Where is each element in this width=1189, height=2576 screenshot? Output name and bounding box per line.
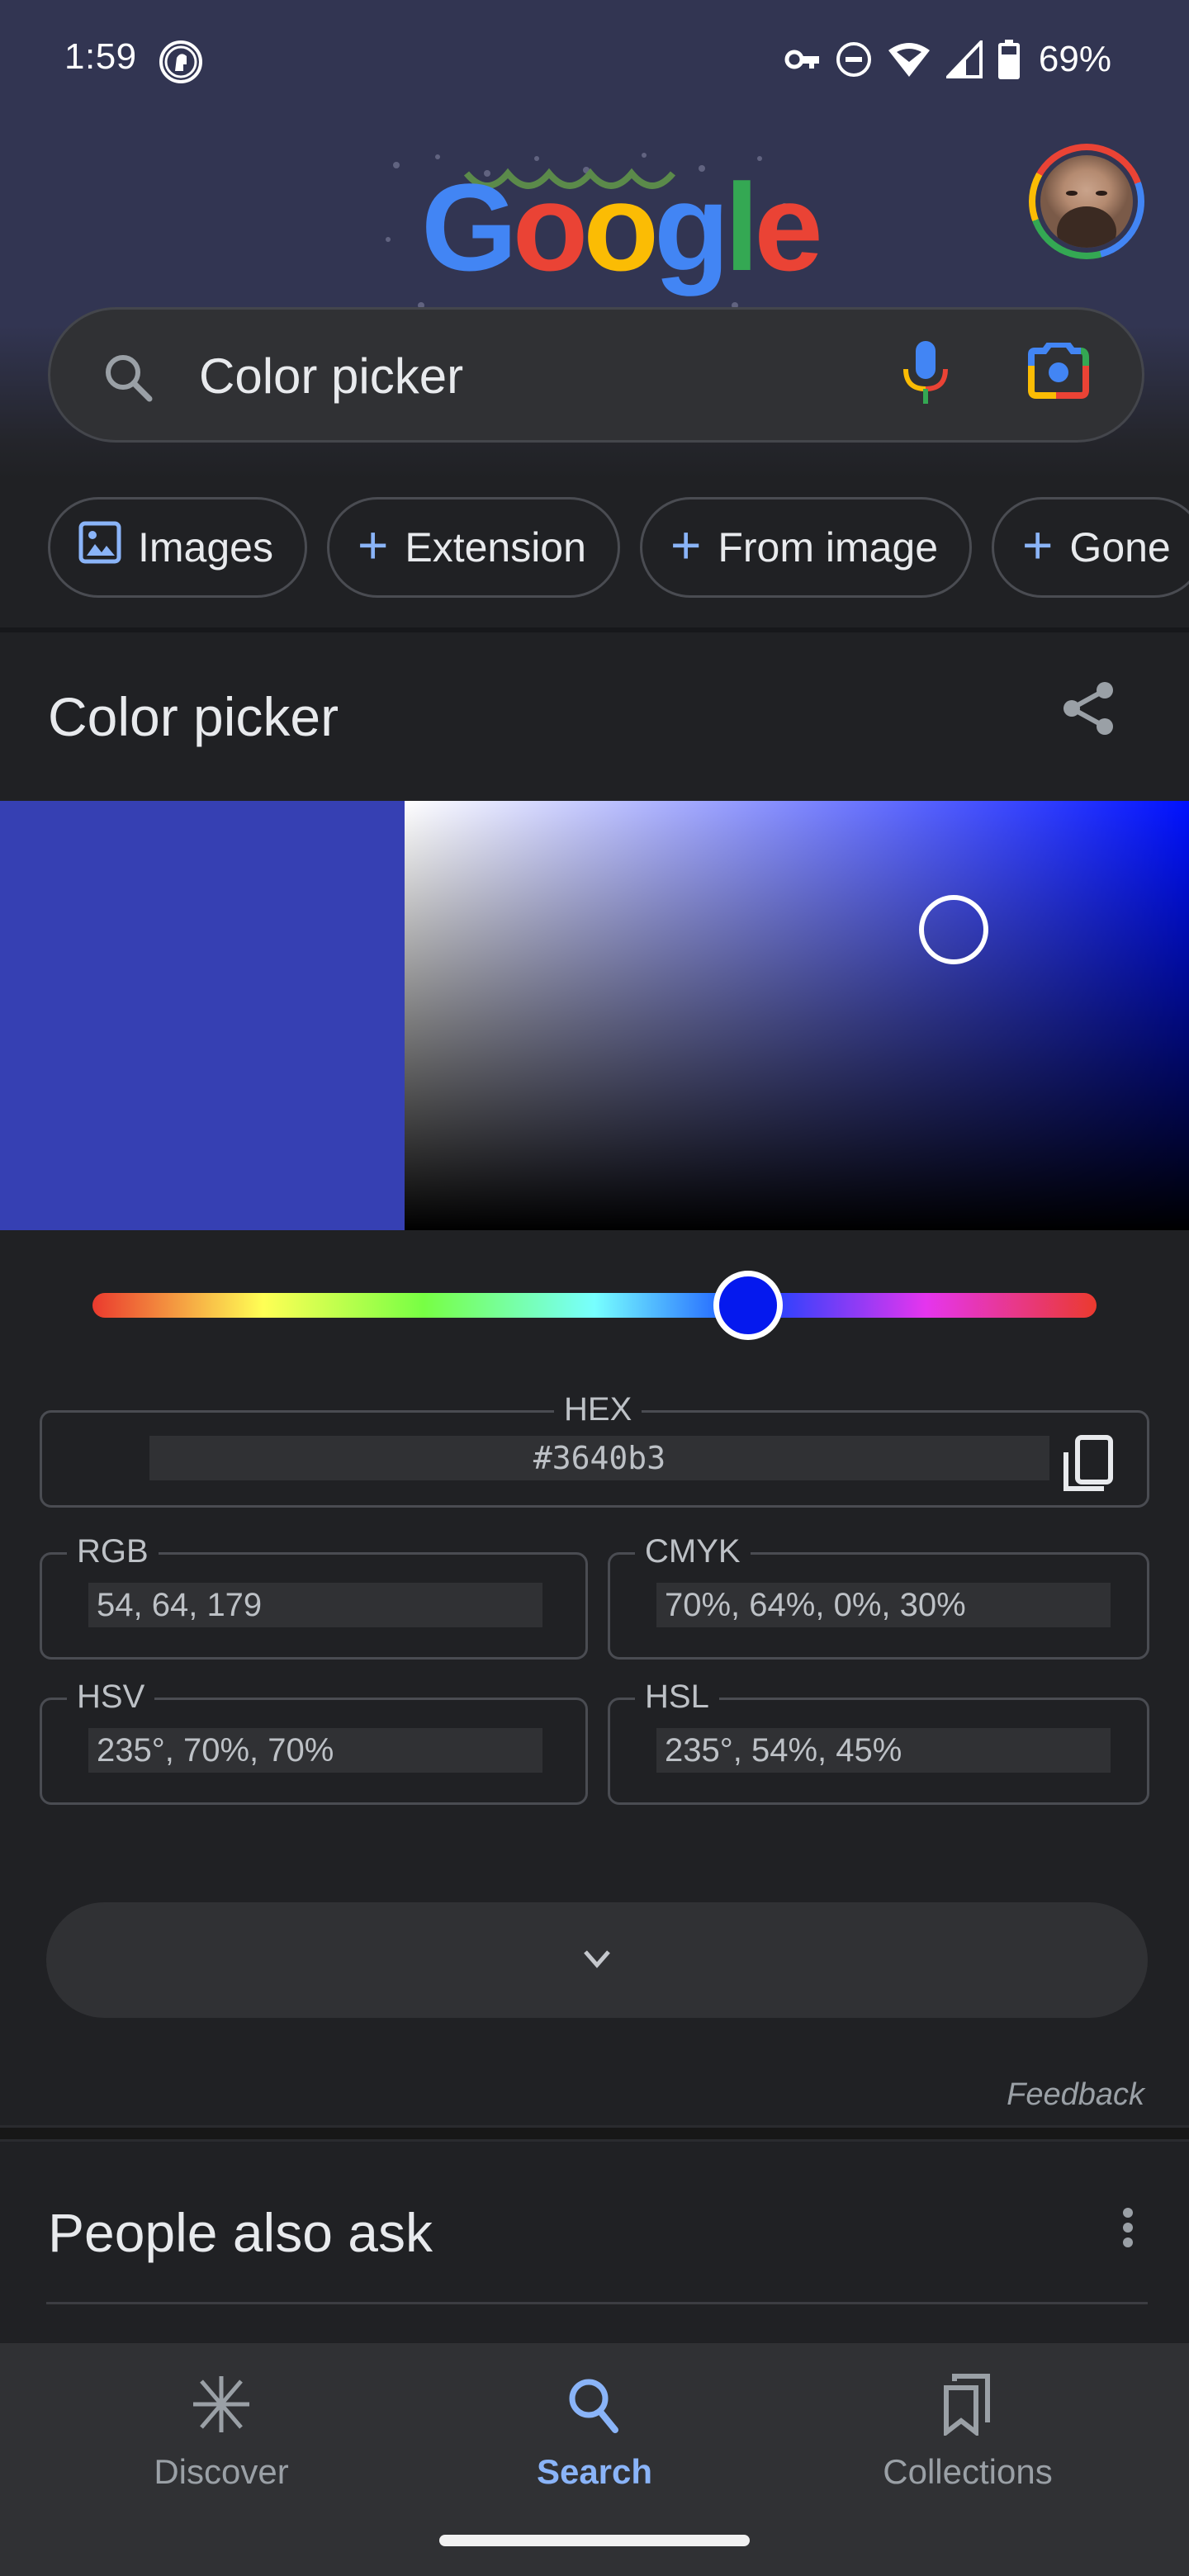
hue-slider-handle[interactable] <box>713 1271 783 1340</box>
hsv-field: HSV 235°, 70%, 70% <box>40 1679 588 1805</box>
saturation-value-handle[interactable] <box>919 895 988 964</box>
google-doodle-logo[interactable]: Google <box>372 140 823 330</box>
image-icon <box>78 521 121 574</box>
hsl-field: HSL 235°, 54%, 45% <box>608 1679 1149 1805</box>
lens-camera-icon[interactable] <box>1026 341 1091 405</box>
app-notification-icon <box>159 40 203 84</box>
nav-label: Search <box>536 2452 653 2491</box>
chip-from-image[interactable]: + From image <box>639 497 973 598</box>
avatar-photo <box>1040 155 1133 248</box>
divider-line <box>46 2302 1148 2304</box>
mic-icon[interactable] <box>902 339 949 413</box>
nav-collections[interactable]: Collections <box>803 2343 1133 2508</box>
search-chips: Images + Extension + From image + Gone <box>48 497 1189 598</box>
logo-letter: G <box>421 158 518 296</box>
hsl-input[interactable]: 235°, 54%, 45% <box>656 1728 1111 1773</box>
rgb-label: RGB <box>67 1533 159 1570</box>
selected-color-swatch <box>0 801 405 1230</box>
hsv-label: HSV <box>67 1679 155 1716</box>
chip-extension[interactable]: + Extension <box>326 497 620 598</box>
nav-search[interactable]: Search <box>429 2343 760 2508</box>
home-indicator[interactable] <box>439 2535 750 2546</box>
plus-icon: + <box>357 515 389 575</box>
chip-label: Gone <box>1069 524 1171 571</box>
share-icon[interactable] <box>1059 679 1118 742</box>
hue-slider-track[interactable] <box>92 1271 1097 1340</box>
hsv-input[interactable]: 235°, 70%, 70% <box>88 1728 542 1773</box>
battery-icon <box>997 40 1021 79</box>
discover-asterisk-icon <box>192 2371 251 2437</box>
hex-input[interactable]: #3640b3 <box>149 1436 1049 1480</box>
status-bar: 1:59 69% <box>0 0 1189 116</box>
section-divider <box>0 627 1189 632</box>
copy-icon[interactable] <box>1061 1434 1114 1498</box>
hex-field: HEX #3640b3 <box>40 1391 1149 1508</box>
color-picker-title: Color picker <box>48 686 339 747</box>
logo-letter: e <box>754 158 822 296</box>
hex-label: HEX <box>554 1391 642 1428</box>
status-time: 1:59 <box>64 36 137 77</box>
feedback-link[interactable]: Feedback <box>1007 2077 1144 2113</box>
chip-gone[interactable]: + Gone <box>992 497 1189 598</box>
people-also-ask-title: People also ask <box>48 2202 433 2263</box>
wifi-icon <box>887 40 931 78</box>
section-divider <box>0 2125 1189 2142</box>
search-icon <box>102 351 154 408</box>
logo-letter: l <box>724 158 760 296</box>
vpn-key-icon <box>784 47 821 72</box>
plus-icon: + <box>670 515 702 575</box>
nav-label: Discover <box>154 2452 289 2491</box>
status-icons: 69% <box>784 36 1111 83</box>
chip-label: Extension <box>405 524 586 571</box>
cmyk-field: CMYK 70%, 64%, 0%, 30% <box>608 1533 1149 1660</box>
chip-images[interactable]: Images <box>48 497 307 598</box>
search-bar[interactable]: Color picker <box>48 307 1144 443</box>
do-not-disturb-icon <box>836 41 872 78</box>
cmyk-label: CMYK <box>635 1533 751 1570</box>
plus-icon: + <box>1022 515 1054 575</box>
logo-letter: o <box>583 158 659 296</box>
cmyk-input[interactable]: 70%, 64%, 0%, 30% <box>656 1583 1111 1627</box>
expand-more-button[interactable] <box>46 1902 1148 2018</box>
rgb-input[interactable]: 54, 64, 179 <box>88 1583 542 1627</box>
hsl-label: HSL <box>635 1679 719 1716</box>
logo-letter: o <box>512 158 589 296</box>
rgb-field: RGB 54, 64, 179 <box>40 1533 588 1660</box>
saturation-value-area[interactable] <box>405 801 1189 1230</box>
more-vert-icon[interactable] <box>1121 2206 1135 2253</box>
search-icon <box>567 2371 622 2437</box>
collections-bookmark-icon <box>941 2371 994 2437</box>
chip-label: From image <box>718 524 939 571</box>
battery-percent: 69% <box>1038 39 1111 79</box>
chip-label: Images <box>138 524 273 571</box>
search-input[interactable]: Color picker <box>199 348 463 405</box>
chevron-down-icon <box>582 1949 612 1972</box>
nav-label: Collections <box>883 2452 1053 2491</box>
google-logo-text: Google <box>421 165 823 289</box>
nav-discover[interactable]: Discover <box>56 2343 386 2508</box>
logo-letter: g <box>653 158 730 296</box>
cell-signal-icon <box>945 40 983 78</box>
account-avatar[interactable] <box>1029 144 1144 259</box>
